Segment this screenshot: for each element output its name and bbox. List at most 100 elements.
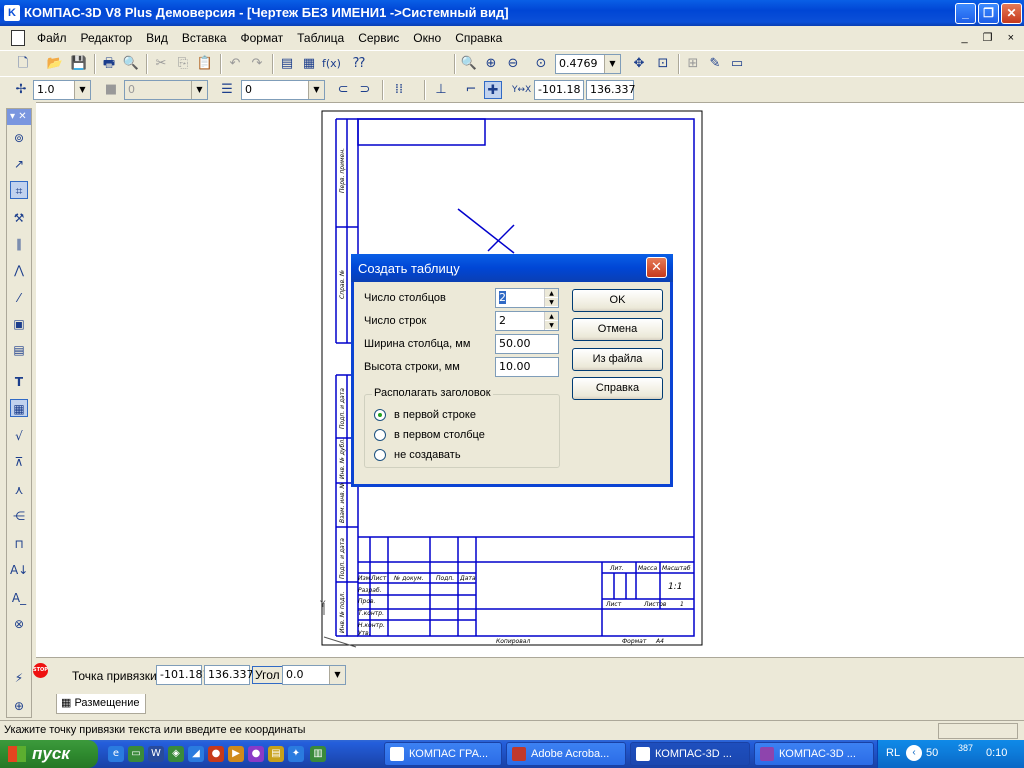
stop-icon[interactable]: STOP bbox=[33, 663, 48, 678]
menu-table[interactable]: Таблица bbox=[297, 31, 344, 45]
chevron-down-icon[interactable]: ▼ bbox=[329, 666, 345, 684]
winamp-icon[interactable]: ◢ bbox=[188, 746, 204, 762]
geometry-icon[interactable]: ⊚ bbox=[10, 129, 28, 147]
wave-icon[interactable]: ⊗ bbox=[10, 615, 28, 633]
edit-icon[interactable]: ⚒ bbox=[10, 209, 28, 227]
columns-input[interactable]: 2 ▲ ▼ bbox=[495, 288, 559, 308]
spec-icon[interactable]: ▣ bbox=[10, 315, 28, 333]
parametrization-icon[interactable]: ∥ bbox=[10, 235, 28, 253]
radio-dot-icon[interactable] bbox=[374, 429, 386, 441]
media-icon[interactable]: ◈ bbox=[168, 746, 184, 762]
player-icon[interactable]: ▶ bbox=[228, 746, 244, 762]
task-kompas-3d[interactable]: КОМПАС-3D ... bbox=[754, 742, 874, 766]
axis-icon[interactable]: ⊥ bbox=[432, 81, 450, 99]
cut-icon[interactable]: ✂ bbox=[152, 55, 170, 73]
tray-counter-2[interactable]: 387 bbox=[958, 743, 973, 753]
zoom-combo[interactable]: 0.4769 ▼ bbox=[555, 54, 621, 74]
angle-label[interactable]: Угол bbox=[252, 666, 283, 684]
coord-x-field[interactable]: -101.18 bbox=[534, 80, 584, 100]
task-kompas-gra[interactable]: КОМПАС ГРА... bbox=[384, 742, 502, 766]
local-cs-icon[interactable]: ✢ bbox=[12, 81, 30, 99]
radio-dot-icon[interactable] bbox=[374, 409, 386, 421]
show-all-icon[interactable]: ⊡ bbox=[654, 55, 672, 73]
language-indicator[interactable]: RL bbox=[886, 747, 900, 759]
spin-down-icon[interactable]: ▼ bbox=[545, 321, 558, 330]
tolerance-icon[interactable]: ⊓ bbox=[10, 535, 28, 553]
spin-down-icon[interactable]: ▼ bbox=[545, 298, 558, 307]
snap-y-field[interactable]: 136.337 bbox=[204, 665, 254, 685]
select-icon[interactable]: ⁄ bbox=[10, 289, 28, 307]
book-icon[interactable]: ▥ bbox=[310, 746, 326, 762]
radio-none[interactable]: не создавать bbox=[374, 448, 461, 462]
print-icon[interactable]: 🖶 bbox=[100, 55, 118, 73]
document-icon[interactable] bbox=[11, 30, 25, 46]
chevron-left-icon[interactable]: ‹ bbox=[906, 745, 922, 761]
zoom-out-icon[interactable]: ⊖ bbox=[504, 55, 522, 73]
radio-dot-icon[interactable] bbox=[374, 449, 386, 461]
chevron-down-icon[interactable]: ▼ bbox=[191, 81, 207, 99]
pan-icon[interactable]: ✥ bbox=[630, 55, 648, 73]
columns-spinner[interactable]: ▲ ▼ bbox=[544, 289, 558, 307]
text-icon[interactable]: T bbox=[10, 373, 28, 391]
roughness-icon[interactable]: √ bbox=[10, 427, 28, 445]
folder-icon[interactable]: ▤ bbox=[268, 746, 284, 762]
from-file-button[interactable]: Из файла bbox=[572, 348, 663, 371]
snap-x-field[interactable]: -101.181 bbox=[156, 665, 209, 685]
menu-service[interactable]: Сервис bbox=[358, 31, 399, 45]
redo-icon[interactable]: ↷ bbox=[248, 55, 266, 73]
clock[interactable]: 0:10 bbox=[986, 747, 1007, 759]
zoom-scale-icon[interactable]: ⊙ bbox=[532, 55, 550, 73]
magic-icon[interactable]: ✎ bbox=[706, 55, 724, 73]
save-icon[interactable]: 💾 bbox=[70, 55, 88, 73]
coord-y-field[interactable]: 136.337 bbox=[586, 80, 636, 100]
spin-up-icon[interactable]: ▲ bbox=[545, 312, 558, 321]
base-icon[interactable]: ⊼ bbox=[10, 453, 28, 471]
desktop-icon[interactable]: ▭ bbox=[128, 746, 144, 762]
help-pointer-icon[interactable]: ⁇ bbox=[350, 55, 368, 73]
zoom-icon[interactable]: 🔍 bbox=[460, 55, 478, 73]
manager-icon[interactable]: ▤ bbox=[278, 55, 296, 73]
dialog-close-icon[interactable]: ✕ bbox=[646, 257, 667, 278]
menu-insert[interactable]: Вставка bbox=[182, 31, 227, 45]
opera-icon[interactable]: ● bbox=[208, 746, 224, 762]
snap-lightning-icon[interactable]: ⚡ bbox=[10, 669, 28, 687]
undo-icon[interactable]: ↶ bbox=[226, 55, 244, 73]
task-acrobat[interactable]: Adobe Acroba... bbox=[506, 742, 626, 766]
menu-window[interactable]: Окно bbox=[413, 31, 441, 45]
step-combo[interactable]: 1.0 ▼ bbox=[33, 80, 91, 100]
cursor-snap-icon[interactable]: ✚ bbox=[484, 81, 502, 99]
menu-file[interactable]: Файл bbox=[37, 31, 67, 45]
spin-up-icon[interactable]: ▲ bbox=[545, 289, 558, 298]
minimize-button[interactable]: _ bbox=[955, 3, 976, 24]
menu-edit[interactable]: Редактор bbox=[81, 31, 133, 45]
print-preview-icon[interactable]: 🔍 bbox=[122, 55, 140, 73]
ortho-icon[interactable]: ⌐ bbox=[462, 81, 480, 99]
ie-icon[interactable]: e bbox=[108, 746, 124, 762]
designation-icon[interactable]: ⌗ bbox=[10, 181, 28, 199]
layer-combo[interactable]: 0 ▼ bbox=[241, 80, 325, 100]
table-icon[interactable]: ▦ bbox=[10, 399, 28, 417]
copy-icon[interactable]: ⎘ bbox=[174, 55, 192, 73]
close-button[interactable]: ✕ bbox=[1001, 3, 1022, 24]
grid-icon[interactable]: ⁞⁞ bbox=[390, 81, 408, 99]
rows-input[interactable]: 2 ▲ ▼ bbox=[495, 311, 559, 331]
section-icon[interactable]: A_ bbox=[10, 589, 28, 607]
network-icon[interactable]: ✦ bbox=[288, 746, 304, 762]
row-height-input[interactable]: 10.00 bbox=[495, 357, 559, 377]
radio-first-col[interactable]: в первом столбце bbox=[374, 428, 485, 442]
crosshair-icon[interactable]: ⊕ bbox=[10, 697, 28, 715]
menu-help[interactable]: Справка bbox=[455, 31, 502, 45]
open-folder-icon[interactable]: 📂 bbox=[46, 55, 64, 73]
start-button[interactable]: пуск bbox=[0, 740, 98, 768]
chevron-down-icon[interactable]: ▼ bbox=[74, 81, 90, 99]
leader-icon[interactable]: ⋏ bbox=[10, 481, 28, 499]
new-file-icon[interactable]: 🗋 bbox=[14, 55, 32, 73]
screen-icon[interactable]: ▭ bbox=[728, 55, 746, 73]
arrow-view-icon[interactable]: A↓ bbox=[10, 561, 28, 579]
snap-magnet-icon[interactable]: ⊂ bbox=[334, 81, 352, 99]
snap-local-icon[interactable]: ⊃ bbox=[356, 81, 374, 99]
style-icon[interactable]: ■ bbox=[102, 81, 120, 99]
maximize-button[interactable]: ❐ bbox=[978, 3, 999, 24]
angle-combo[interactable]: 0.0 ▼ bbox=[282, 665, 346, 685]
tray-counter-1[interactable]: 50 bbox=[926, 747, 938, 759]
